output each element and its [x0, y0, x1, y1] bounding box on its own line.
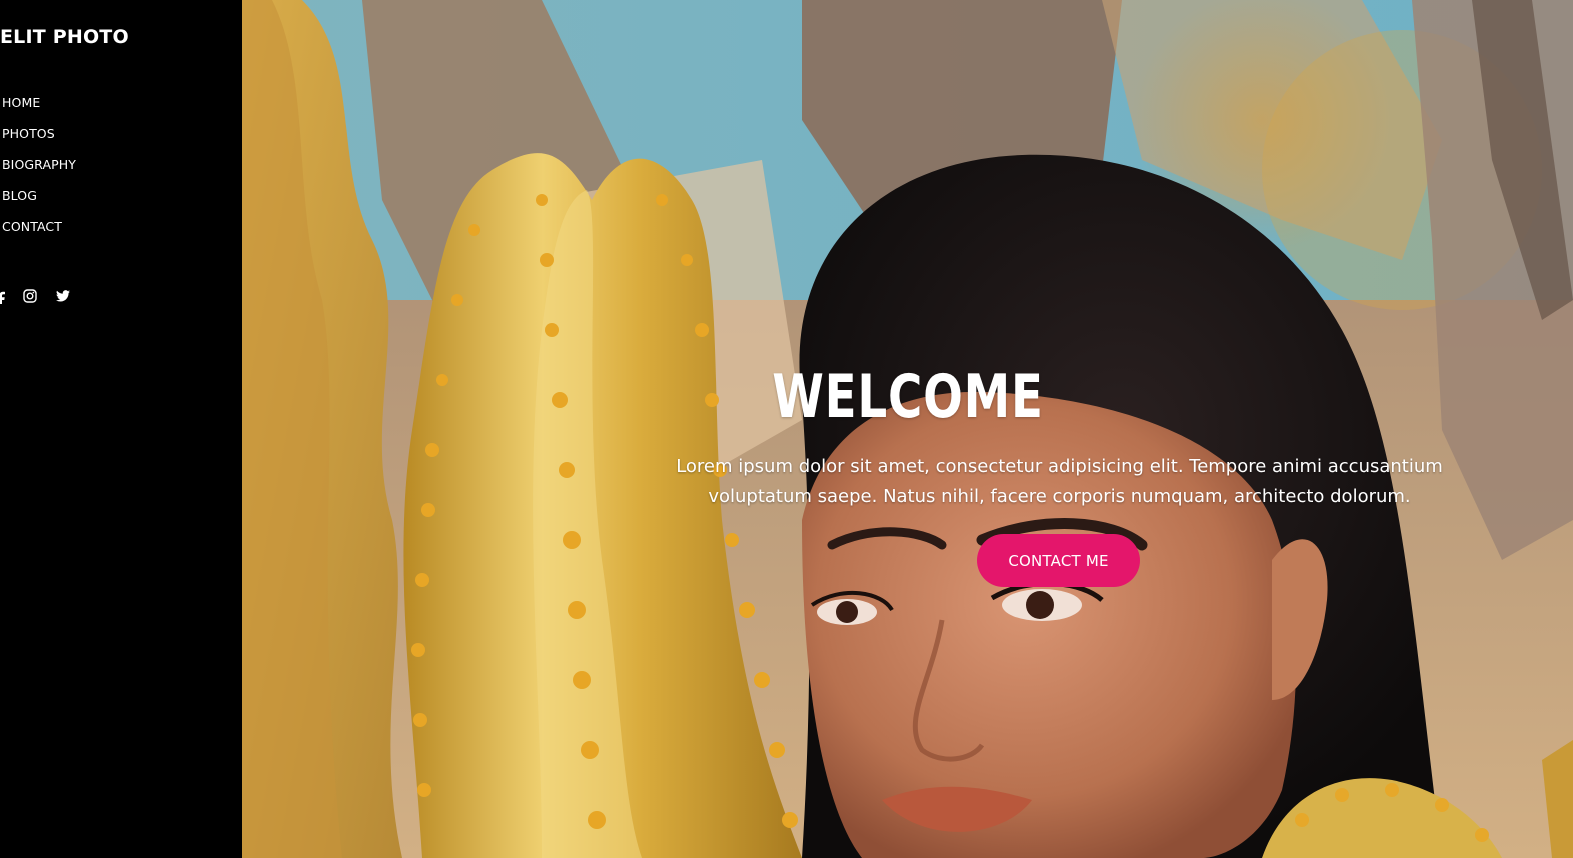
hero-text: Lorem ipsum dolor sit amet, consectetur … — [676, 456, 1443, 507]
nav-item-photos: PHOTOS — [2, 124, 76, 155]
page: ELIT PHOTO HOME PHOTOS BIOGRAPHY BLOG CO… — [0, 0, 1573, 858]
hero-content: WELCOME Lorem ipsum dolor sit amet, cons… — [242, 0, 1573, 858]
facebook-icon[interactable] — [0, 288, 9, 304]
contact-me-button[interactable]: CONTACT ME — [977, 534, 1140, 587]
hero-title: WELCOME — [772, 362, 1044, 432]
social-links — [0, 288, 70, 304]
nav-link-home[interactable]: HOME — [2, 95, 40, 110]
nav-item-home: HOME — [2, 93, 76, 124]
hero-section: WELCOME Lorem ipsum dolor sit amet, cons… — [242, 0, 1573, 858]
nav-item-blog: BLOG — [2, 186, 76, 217]
nav-link-blog[interactable]: BLOG — [2, 188, 37, 203]
nav-link-contact[interactable]: CONTACT — [2, 219, 62, 234]
nav-item-biography: BIOGRAPHY — [2, 155, 76, 186]
nav-link-photos[interactable]: PHOTOS — [2, 126, 55, 141]
hero-title-wrap: WELCOME — [242, 0, 1573, 460]
instagram-icon[interactable] — [23, 289, 37, 303]
brand-logo[interactable]: ELIT PHOTO — [0, 26, 129, 48]
nav-link-biography[interactable]: BIOGRAPHY — [2, 157, 76, 172]
nav-item-contact: CONTACT — [2, 217, 76, 248]
sidebar: ELIT PHOTO HOME PHOTOS BIOGRAPHY BLOG CO… — [0, 0, 242, 858]
twitter-icon[interactable] — [56, 290, 70, 302]
main-nav: HOME PHOTOS BIOGRAPHY BLOG CONTACT — [2, 93, 76, 248]
